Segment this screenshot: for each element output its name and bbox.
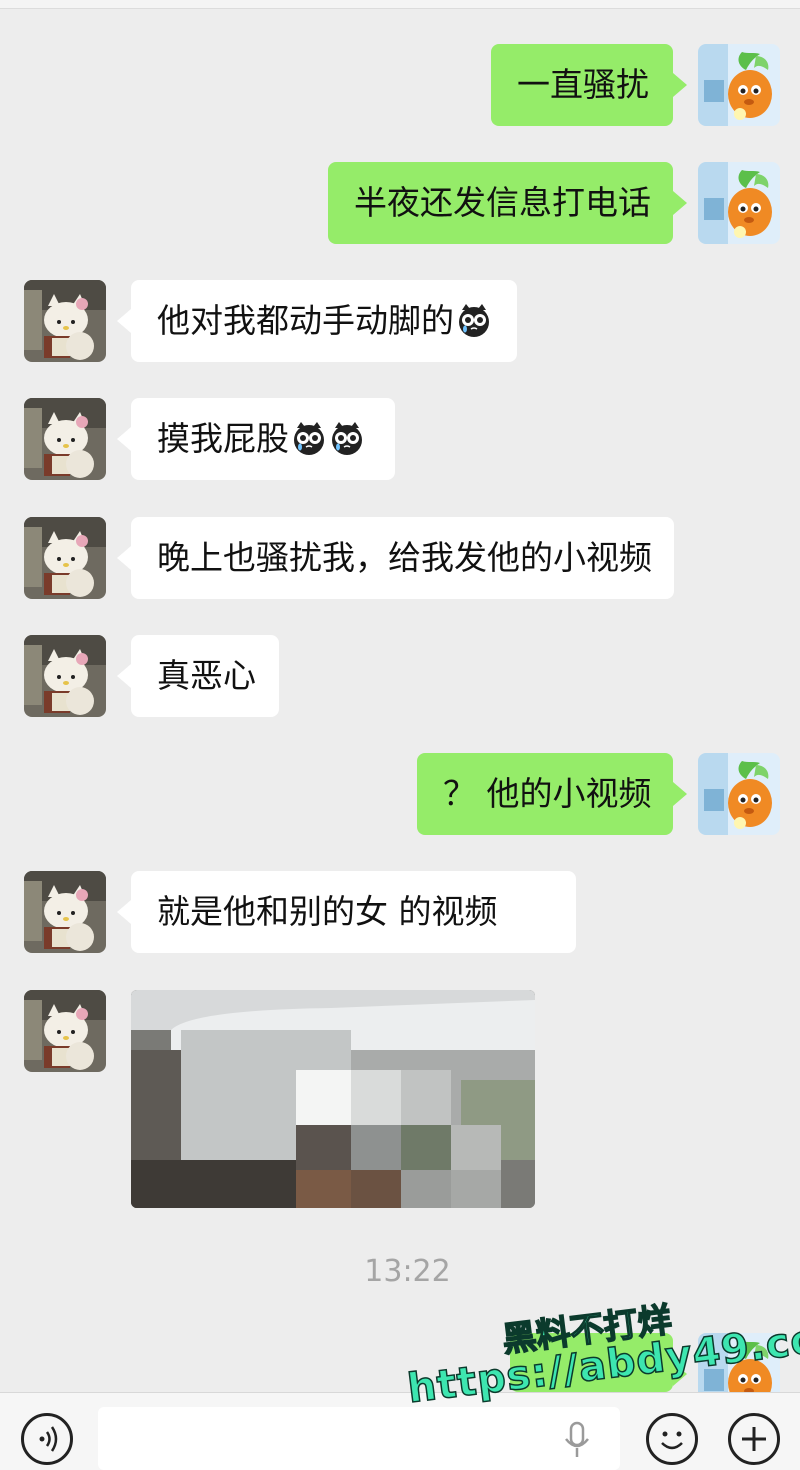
- contact-avatar[interactable]: [24, 280, 106, 362]
- message-bubble-incoming[interactable]: 摸我屁股: [117, 398, 395, 480]
- owl-emoji-icon: [456, 302, 492, 338]
- message-text: 晚上也骚扰我，给我发他的小视频: [157, 538, 652, 577]
- contact-avatar[interactable]: [24, 871, 106, 953]
- message-text: ？ 他的小视频: [443, 774, 652, 813]
- message-text: 真恶心: [157, 656, 256, 695]
- video-thumbnail[interactable]: [131, 990, 535, 1208]
- contact-avatar[interactable]: [24, 990, 106, 1072]
- contact-avatar[interactable]: [24, 398, 106, 480]
- plus-icon[interactable]: [728, 1413, 780, 1465]
- message-bubble-incoming[interactable]: 就是他和别的女 的视频: [117, 871, 576, 953]
- my-avatar[interactable]: [698, 162, 780, 244]
- message-text: 一直骚扰: [517, 65, 649, 104]
- contact-avatar[interactable]: [24, 517, 106, 599]
- message-text: 半夜还发信息打电话: [354, 183, 651, 222]
- message-bubble-outgoing[interactable]: ？ 他的小视频: [417, 753, 687, 835]
- my-avatar[interactable]: [698, 44, 780, 126]
- message-text: 他对我都动手动脚的: [157, 301, 454, 340]
- message-timestamp: 13:22: [364, 1254, 451, 1289]
- voice-icon[interactable]: [21, 1413, 73, 1465]
- message-bubble-outgoing[interactable]: 半夜还发信息打电话: [328, 162, 687, 244]
- owl-emoji-icon: [291, 420, 327, 456]
- contact-avatar[interactable]: [24, 635, 106, 717]
- owl-emoji-icon: [329, 420, 365, 456]
- message-bubble-incoming[interactable]: 晚上也骚扰我，给我发他的小视频: [117, 517, 674, 599]
- message-text: 就是他和别的女 的视频: [157, 892, 498, 931]
- message-bubble-incoming[interactable]: 他对我都动手动脚的: [117, 280, 517, 362]
- my-avatar[interactable]: [698, 753, 780, 835]
- message-bubble-outgoing[interactable]: 一直骚扰: [491, 44, 687, 126]
- top-status-strip: [0, 0, 800, 9]
- message-bubble-incoming[interactable]: 真恶心: [117, 635, 279, 717]
- blurred-video-frame: [131, 990, 535, 1208]
- message-text: 摸我屁股: [157, 419, 289, 458]
